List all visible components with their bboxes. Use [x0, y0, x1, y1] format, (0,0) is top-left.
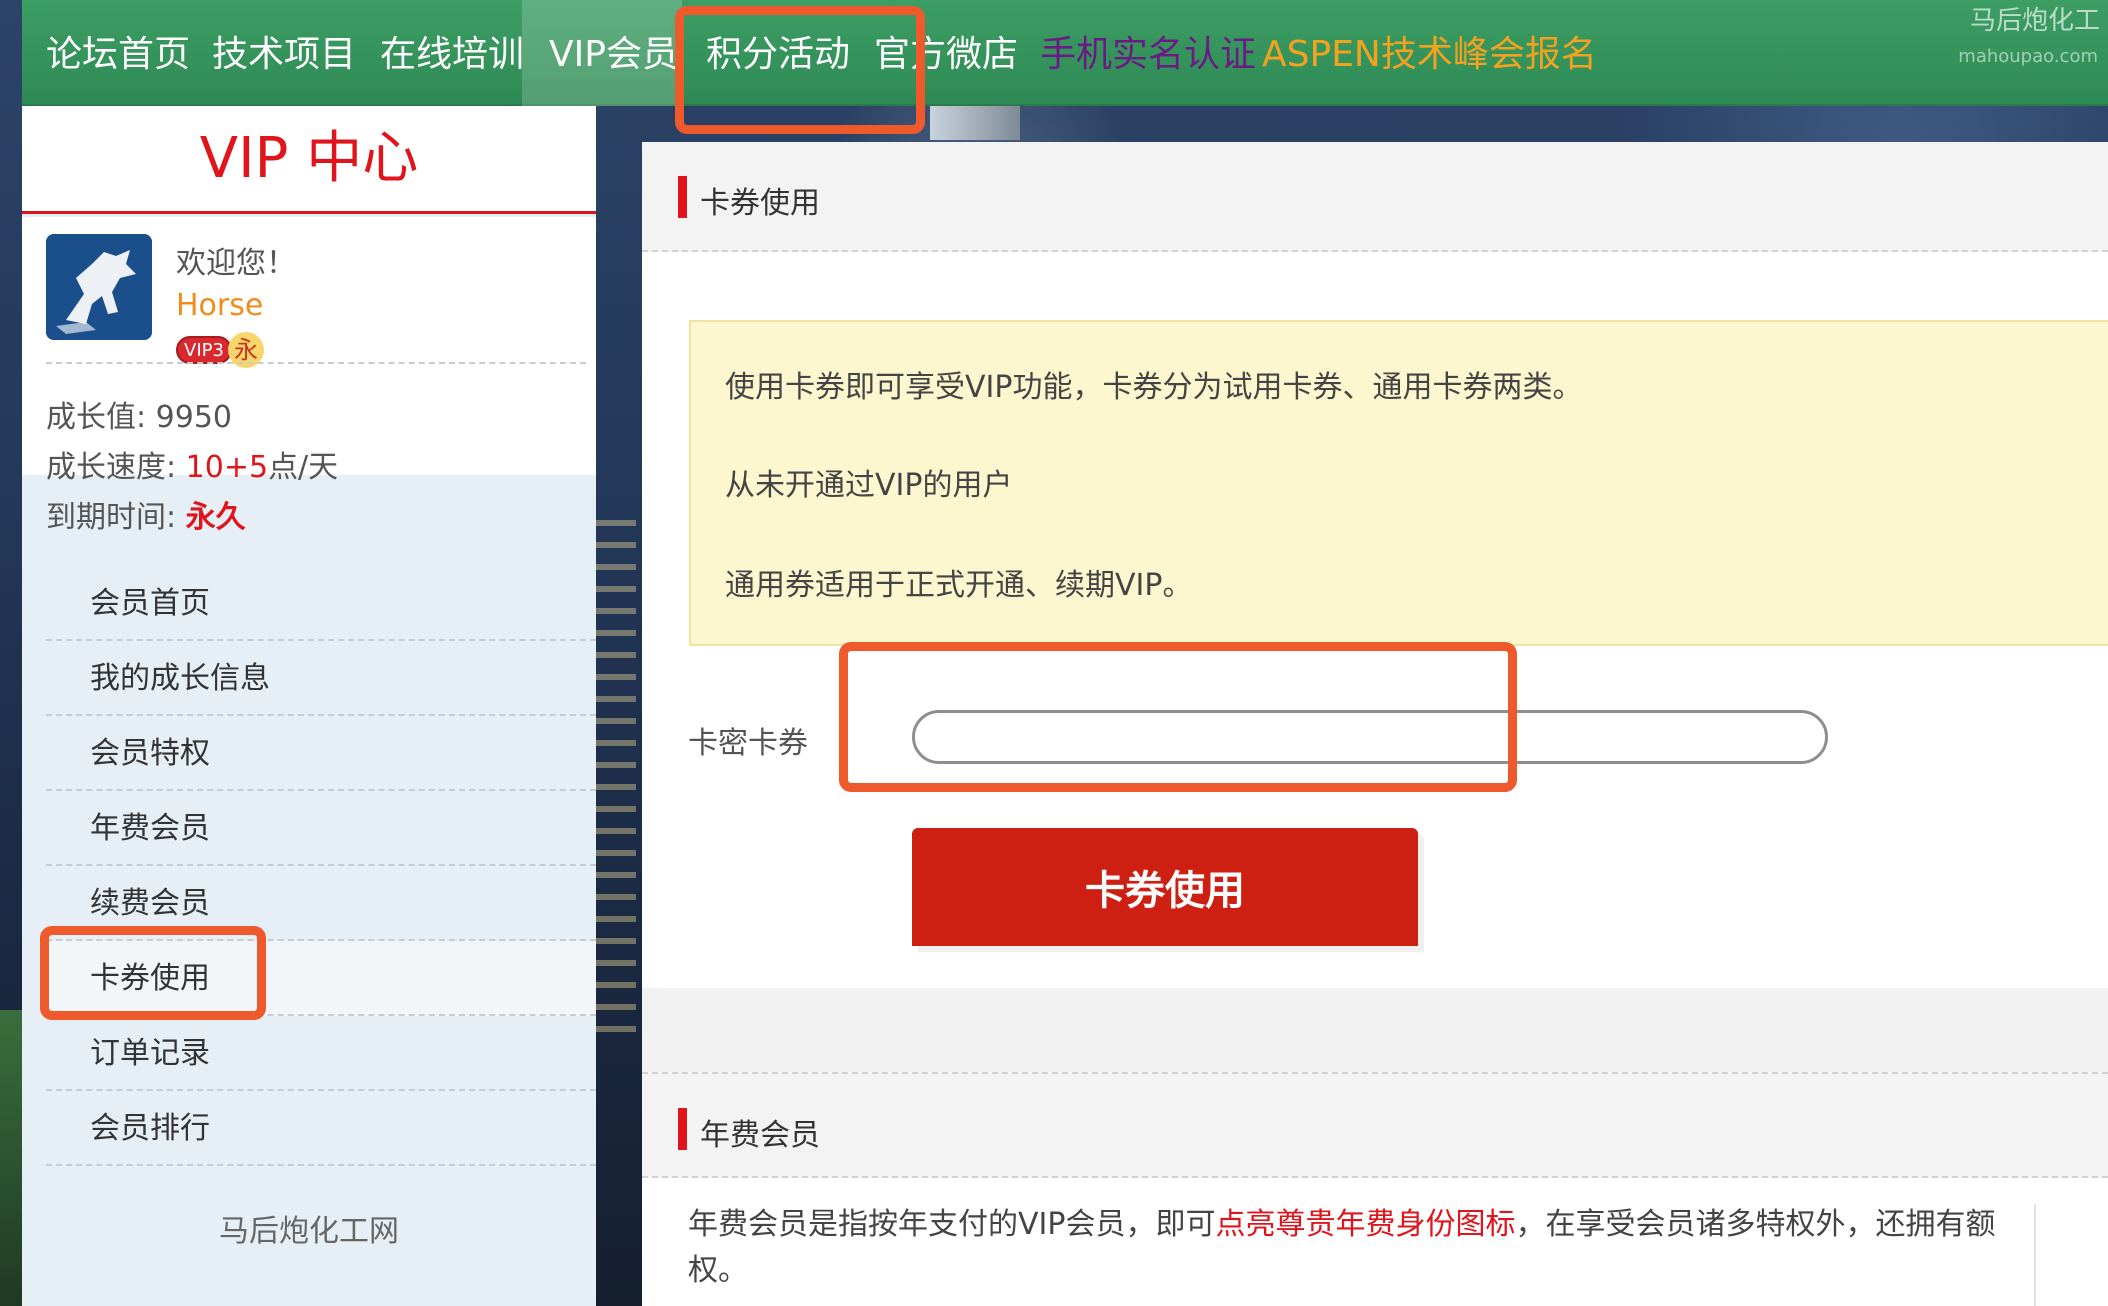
expire-label: 到期时间: — [46, 500, 186, 535]
sidebar-item-privileges[interactable]: 会员特权 — [46, 716, 596, 791]
card-code-label: 卡密卡券 — [688, 726, 808, 761]
card-coupon-section-header: 卡券使用 — [642, 142, 2108, 252]
section-title: 年费会员 — [700, 1118, 820, 1153]
nav-item-shop[interactable]: 官方微店 — [874, 0, 1024, 106]
sidebar-item-label: 续费会员 — [90, 886, 210, 921]
notice-line-1: 使用卡券即可享受VIP功能，卡券分为试用卡券、通用卡券两类。 — [725, 370, 1583, 405]
top-nav: 论坛首页 技术项目 在线培训 VIP会员 积分活动 官方微店 手机实名认证 AS… — [22, 0, 2108, 106]
site-name-footer: 马后炮化工网 — [219, 1214, 399, 1249]
nav-item-points[interactable]: 积分活动 — [706, 0, 856, 106]
sidebar-item-label: 订单记录 — [90, 1036, 210, 1071]
sidebar-item-label: 会员首页 — [90, 586, 210, 621]
notice-line-3: 通用券适用于正式开通、续期VIP。 — [725, 568, 1193, 603]
sidebar-item-label: 年费会员 — [90, 811, 210, 846]
sidebar-item-label: 会员排行 — [90, 1111, 210, 1146]
sidebar-item-label: 会员特权 — [90, 736, 210, 771]
growth-value-row: 成长值: 9950 — [46, 392, 232, 436]
horse-icon — [46, 234, 152, 340]
nav-item-aspen-summit[interactable]: ASPEN技术峰会报名 — [1262, 0, 1622, 106]
section-accent-bar — [678, 176, 687, 218]
nav-item-vip[interactable]: VIP会员 — [522, 0, 682, 106]
sidebar-item-renew-member[interactable]: 续费会员 — [46, 866, 596, 941]
sidebar-item-label: 卡券使用 — [90, 961, 210, 996]
annual-desc-text-cont: ，在享受会员诸多特权外，还拥有额 — [1515, 1207, 1996, 1242]
nav-item-phone-verify[interactable]: 手机实名认证 — [1040, 0, 1256, 106]
avatar[interactable] — [46, 234, 152, 340]
sidebar-item-orders[interactable]: 订单记录 — [46, 1016, 596, 1091]
nav-item-tech-projects[interactable]: 技术项目 — [212, 0, 362, 106]
annual-member-section-header: 年费会员 — [642, 1072, 2108, 1178]
vip-center-header: VIP 中心 — [22, 106, 596, 214]
section-title: 卡券使用 — [700, 186, 820, 221]
user-card-divider — [46, 362, 586, 364]
card-code-input[interactable] — [912, 710, 1828, 764]
watermark-logo: 马后炮化工 — [1969, 6, 2100, 36]
expire-value: 永久 — [185, 500, 246, 535]
vip-level-badge: VIP3 — [176, 336, 232, 364]
expire-row: 到期时间: 永久 — [46, 492, 246, 536]
main-panel: 卡券使用 使用卡券即可享受VIP功能，卡券分为试用卡券、通用卡券两类。 从未开通… — [642, 142, 2108, 1306]
section-gap — [642, 988, 2108, 1072]
nav-item-online-training[interactable]: 在线培训 — [380, 0, 530, 106]
speed-value: 10+5 — [185, 450, 269, 485]
sidebar-item-card-coupon[interactable]: 卡券使用 — [46, 941, 596, 1016]
speed-label: 成长速度: — [46, 450, 186, 485]
annual-desc-highlight-link[interactable]: 点亮尊贵年费身份图标 — [1215, 1207, 1515, 1242]
sidebar-item-annual-member[interactable]: 年费会员 — [46, 791, 596, 866]
section-accent-bar — [678, 1108, 687, 1150]
notice-box: 使用卡券即可享受VIP功能，卡券分为试用卡券、通用卡券两类。 从未开通过VIP的… — [689, 320, 2108, 646]
growth-speed-row: 成长速度: 10+5点/天 — [46, 442, 338, 486]
annual-desc-text-line2: 权。 — [688, 1253, 748, 1288]
redeem-card-button[interactable]: 卡券使用 — [912, 828, 1418, 946]
sidebar-item-ranking[interactable]: 会员排行 — [46, 1091, 596, 1166]
speed-unit: 点/天 — [268, 450, 339, 485]
annual-desc-text: 年费会员是指按年支付的VIP会员，即可 — [688, 1207, 1216, 1242]
growth-value: 9950 — [155, 400, 233, 435]
floating-widget — [2034, 1204, 2108, 1306]
username[interactable]: Horse — [176, 288, 263, 323]
welcome-text: 欢迎您！ — [176, 246, 296, 281]
sidebar-item-growth-info[interactable]: 我的成长信息 — [46, 641, 596, 716]
vip-center-title: VIP 中心 — [199, 126, 419, 191]
nav-item-forum-home[interactable]: 论坛首页 — [46, 0, 196, 106]
watermark-url: mahoupao.com — [1958, 46, 2098, 67]
background-lights — [596, 520, 636, 1040]
vip-sidebar: VIP 中心 欢迎您！ Horse VIP3 永 成长值: 9950 成长速度:… — [22, 106, 596, 1306]
annual-member-description: 年费会员是指按年支付的VIP会员，即可点亮尊贵年费身份图标，在享受会员诸多特权外… — [688, 1202, 2038, 1294]
growth-label: 成长值: — [46, 400, 156, 435]
sidebar-item-member-home[interactable]: 会员首页 — [46, 566, 596, 641]
sidebar-item-label: 我的成长信息 — [90, 661, 270, 696]
notice-line-2: 从未开通过VIP的用户 — [725, 468, 1013, 503]
